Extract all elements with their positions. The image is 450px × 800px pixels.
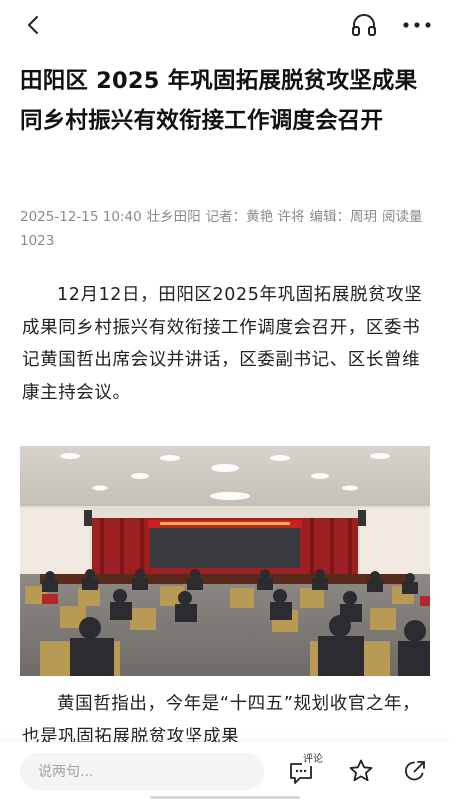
publish-datetime: 2025-12-15 10:40	[20, 209, 142, 225]
article-reporter: 记者：黄艳 许将	[205, 209, 305, 225]
bottom-action-bar: 评论	[0, 742, 450, 800]
share-button[interactable]	[402, 758, 430, 786]
article-title: 田阳区 2025 年巩固拓展脱贫攻坚成果同乡村振兴有效衔接工作调度会召开	[20, 68, 418, 134]
comment-label: 评论	[302, 754, 324, 766]
top-nav-bar	[0, 0, 450, 50]
meeting-room-image	[20, 446, 430, 676]
comments-button[interactable]: 评论	[288, 754, 328, 788]
article-editor: 编辑：周玥	[309, 209, 377, 225]
article-paragraph: 12月12日，田阳区2025年巩固拓展脱贫攻坚成果同乡村振兴有效衔接工作调度会召…	[22, 285, 423, 403]
article-page: 田阳区 2025 年巩固拓展脱贫攻坚成果同乡村振兴有效衔接工作调度会召开 202…	[0, 0, 450, 800]
headphones-icon	[352, 14, 376, 36]
article-source: 壮乡田阳	[146, 209, 201, 225]
ellipsis-icon	[403, 22, 431, 28]
more-options-button[interactable]	[398, 10, 436, 40]
comment-input[interactable]	[20, 753, 264, 790]
meeting-photo[interactable]	[20, 446, 430, 676]
article-meta: 2025-12-15 10:40 壮乡田阳 记者：黄艳 许将 编辑：周玥 阅读量1023	[20, 205, 432, 253]
back-button[interactable]	[18, 10, 48, 40]
chevron-left-icon	[28, 16, 38, 34]
favorite-button[interactable]	[348, 758, 376, 786]
listen-audio-button[interactable]	[348, 10, 380, 40]
home-indicator	[150, 796, 300, 799]
share-icon	[405, 761, 425, 781]
star-icon	[349, 759, 373, 782]
